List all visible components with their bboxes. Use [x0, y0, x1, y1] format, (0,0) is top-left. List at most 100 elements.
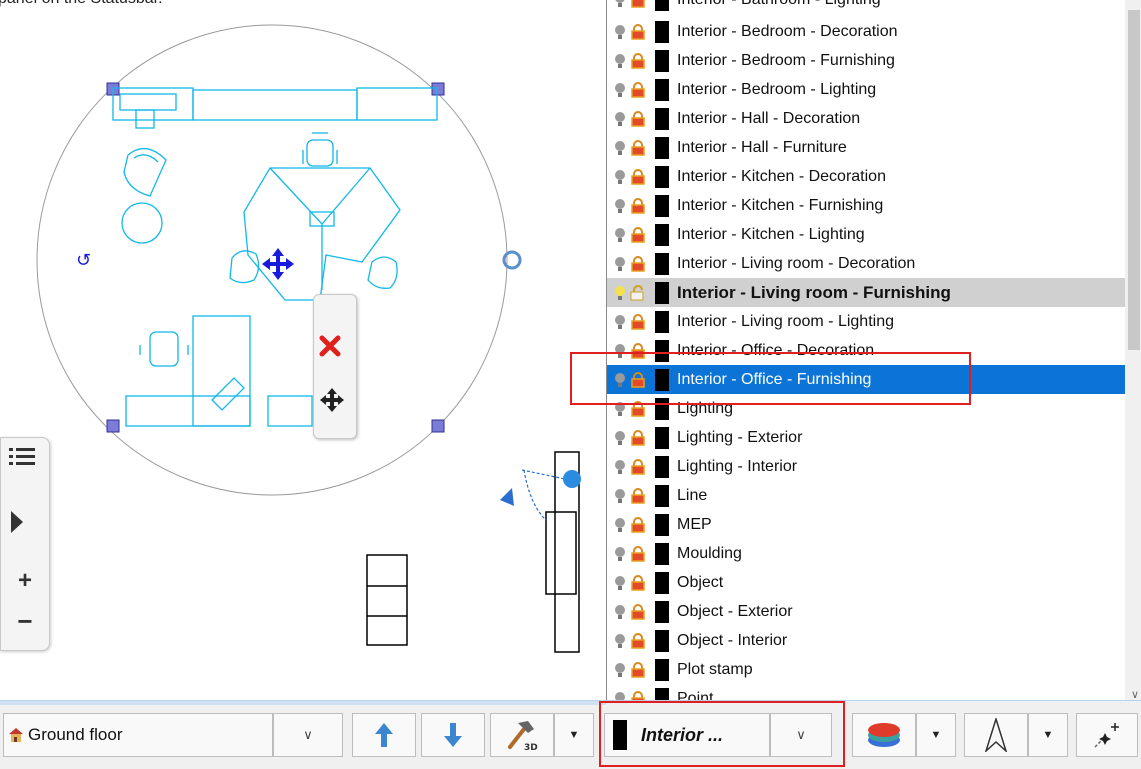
- layer-row[interactable]: Interior - Hall - Decoration: [607, 104, 1125, 133]
- north-dropdown[interactable]: ▼: [1028, 713, 1068, 757]
- visibility-bulb-icon[interactable]: [613, 546, 627, 562]
- layer-color-swatch[interactable]: [655, 107, 669, 130]
- visibility-bulb-icon[interactable]: [613, 140, 627, 156]
- layer-row[interactable]: Moulding: [607, 539, 1125, 568]
- layer-row[interactable]: Interior - Living room - Decoration: [607, 249, 1125, 278]
- lock-icon[interactable]: [630, 545, 646, 562]
- drawing-canvas[interactable]: panel on the Statusbar.: [0, 0, 606, 700]
- lock-icon[interactable]: [630, 81, 646, 98]
- layer-row[interactable]: Interior - Bedroom - Furnishing: [607, 46, 1125, 75]
- scroll-thumb[interactable]: [1128, 10, 1140, 350]
- lock-icon[interactable]: [630, 255, 646, 272]
- layer-color-swatch[interactable]: [655, 658, 669, 681]
- visibility-bulb-icon[interactable]: [613, 169, 627, 185]
- layer-color-swatch[interactable]: [655, 484, 669, 507]
- layer-row[interactable]: Interior - Hall - Furniture: [607, 133, 1125, 162]
- layers-button[interactable]: [852, 713, 916, 757]
- lock-icon[interactable]: [630, 574, 646, 591]
- lock-icon[interactable]: [630, 197, 646, 214]
- lock-icon[interactable]: [630, 429, 646, 446]
- visibility-bulb-icon[interactable]: [613, 0, 627, 8]
- north-button[interactable]: [964, 713, 1028, 757]
- lock-icon[interactable]: [630, 313, 646, 330]
- layer-row[interactable]: Lighting - Interior: [607, 452, 1125, 481]
- layer-row[interactable]: Interior - Bedroom - Decoration: [607, 17, 1125, 46]
- layer-row[interactable]: Interior - Living room - Lighting: [607, 307, 1125, 336]
- build-3d-dropdown[interactable]: ▼: [554, 713, 594, 757]
- visibility-bulb-icon[interactable]: [613, 314, 627, 330]
- level-down-button[interactable]: [421, 713, 485, 757]
- layer-row[interactable]: Object: [607, 568, 1125, 597]
- visibility-bulb-icon[interactable]: [613, 604, 627, 620]
- lock-icon[interactable]: [630, 458, 646, 475]
- layer-color-swatch[interactable]: [655, 0, 669, 11]
- visibility-bulb-icon[interactable]: [613, 111, 627, 127]
- layer-color-swatch[interactable]: [655, 310, 669, 333]
- layer-row[interactable]: Object - Exterior: [607, 597, 1125, 626]
- visibility-bulb-icon[interactable]: [613, 662, 627, 678]
- layer-scrollbar[interactable]: ∨: [1125, 0, 1141, 700]
- layer-row[interactable]: Interior - Bathroom - Lighting: [607, 0, 1125, 14]
- scroll-down-arrow[interactable]: ∨: [1131, 688, 1139, 700]
- build-3d-button[interactable]: 3D: [490, 713, 554, 757]
- layer-row[interactable]: Interior - Living room - Furnishing: [607, 278, 1125, 307]
- layer-color-swatch[interactable]: [655, 426, 669, 449]
- layer-row[interactable]: Line: [607, 481, 1125, 510]
- level-up-button[interactable]: [352, 713, 416, 757]
- layer-row[interactable]: MEP: [607, 510, 1125, 539]
- visibility-bulb-icon[interactable]: [613, 459, 627, 475]
- visibility-bulb-icon[interactable]: [613, 575, 627, 591]
- layer-row[interactable]: Object - Interior: [607, 626, 1125, 655]
- lock-icon[interactable]: [630, 168, 646, 185]
- lock-icon[interactable]: [630, 690, 646, 701]
- lock-icon[interactable]: [630, 284, 646, 301]
- lock-icon[interactable]: [630, 487, 646, 504]
- visibility-bulb-icon[interactable]: [613, 633, 627, 649]
- layer-color-swatch[interactable]: [655, 455, 669, 478]
- layer-row[interactable]: Interior - Kitchen - Decoration: [607, 162, 1125, 191]
- visibility-bulb-icon[interactable]: [613, 198, 627, 214]
- layer-row[interactable]: Point: [607, 684, 1125, 700]
- layer-color-swatch[interactable]: [655, 542, 669, 565]
- zoom-in-button[interactable]: +: [9, 564, 41, 598]
- layer-color-swatch[interactable]: [655, 78, 669, 101]
- layer-color-swatch[interactable]: [655, 571, 669, 594]
- layer-color-swatch[interactable]: [655, 20, 669, 43]
- lock-icon[interactable]: [630, 603, 646, 620]
- visibility-bulb-icon[interactable]: [613, 256, 627, 272]
- zoom-out-button[interactable]: −: [9, 604, 41, 638]
- move-button[interactable]: [319, 387, 351, 419]
- expand-button[interactable]: [9, 510, 41, 544]
- layer-row[interactable]: Interior - Bedroom - Lighting: [607, 75, 1125, 104]
- layer-row[interactable]: Plot stamp: [607, 655, 1125, 684]
- layer-row[interactable]: Interior - Kitchen - Furnishing: [607, 191, 1125, 220]
- layer-row[interactable]: Lighting - Exterior: [607, 423, 1125, 452]
- visibility-bulb-icon[interactable]: [613, 53, 627, 69]
- layer-color-swatch[interactable]: [655, 194, 669, 217]
- layers-dropdown[interactable]: ▼: [916, 713, 956, 757]
- lock-icon[interactable]: [630, 516, 646, 533]
- layer-color-swatch[interactable]: [655, 687, 669, 700]
- visibility-bulb-icon[interactable]: [613, 24, 627, 40]
- floor-dropdown-button[interactable]: ∨: [273, 713, 343, 757]
- lock-icon[interactable]: [630, 139, 646, 156]
- snap-button[interactable]: [1076, 713, 1138, 757]
- lock-icon[interactable]: [630, 23, 646, 40]
- visibility-bulb-icon[interactable]: [613, 82, 627, 98]
- lock-icon[interactable]: [630, 52, 646, 69]
- visibility-bulb-icon[interactable]: [613, 227, 627, 243]
- visibility-bulb-icon[interactable]: [613, 488, 627, 504]
- visibility-bulb-icon[interactable]: [613, 430, 627, 446]
- lock-icon[interactable]: [630, 661, 646, 678]
- lock-icon[interactable]: [630, 226, 646, 243]
- layer-color-swatch[interactable]: [655, 281, 669, 304]
- visibility-bulb-icon[interactable]: [613, 517, 627, 533]
- layer-color-swatch[interactable]: [655, 136, 669, 159]
- floor-selector[interactable]: Ground floor: [3, 713, 273, 757]
- delete-button[interactable]: [319, 335, 351, 367]
- layer-color-swatch[interactable]: [655, 223, 669, 246]
- lock-icon[interactable]: [630, 110, 646, 127]
- layer-color-swatch[interactable]: [655, 600, 669, 623]
- visibility-bulb-icon[interactable]: [613, 285, 627, 301]
- lock-icon[interactable]: [630, 632, 646, 649]
